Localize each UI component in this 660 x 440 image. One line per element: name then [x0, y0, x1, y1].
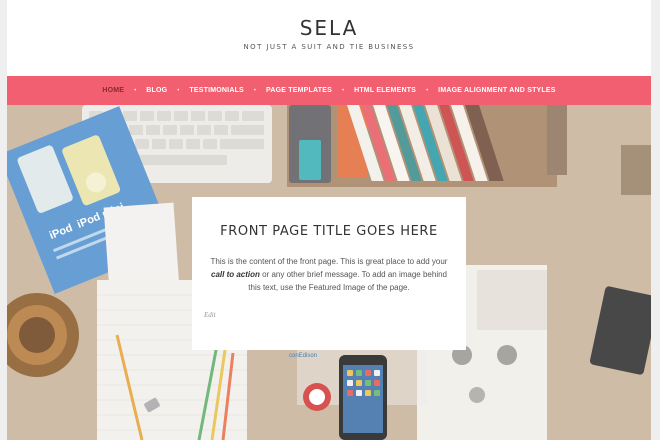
site-header: SELA NOT JUST A SUIT AND TIE BUSINESS [7, 0, 651, 76]
nav-separator-dot: • [341, 87, 345, 94]
entry-title: FRONT PAGE TITLE GOES HERE [220, 224, 438, 239]
nav-separator-dot: • [177, 87, 180, 94]
call-to-action-emphasis: call to action [211, 270, 260, 279]
edit-link[interactable]: Edit [204, 311, 216, 319]
front-page-content-box: FRONT PAGE TITLE GOES HERE This is the c… [192, 197, 466, 350]
nav-item-page-templates[interactable]: PAGE TEMPLATES [262, 87, 336, 94]
nav-item-html-elements[interactable]: HTML ELEMENTS [350, 87, 420, 94]
nav-item-blog[interactable]: BLOG [142, 87, 171, 94]
nav-separator-dot: • [426, 87, 429, 94]
nav-item-testimonials[interactable]: TESTIMONIALS [185, 87, 248, 94]
main-navigation: HOME • BLOG • TESTIMONIALS • PAGE TEMPLA… [7, 76, 651, 105]
site-title[interactable]: SELA [7, 16, 651, 40]
nav-separator-dot: • [253, 87, 257, 94]
nav-item-home[interactable]: HOME [98, 87, 128, 94]
page-frame: SELA NOT JUST A SUIT AND TIE BUSINESS HO… [7, 0, 651, 440]
entry-text-before: This is the content of the front page. T… [210, 257, 448, 266]
entry-text-after: or any other brief message. To add an im… [248, 270, 447, 292]
nav-item-image-alignment[interactable]: IMAGE ALIGNMENT AND STYLES [434, 87, 559, 94]
nav-separator-dot: • [134, 87, 137, 94]
site-description: NOT JUST A SUIT AND TIE BUSINESS [243, 43, 415, 51]
entry-content: This is the content of the front page. T… [208, 255, 450, 294]
hero-section: iPod iPod mini conEdison FRONT PAGE TITL… [7, 105, 651, 440]
